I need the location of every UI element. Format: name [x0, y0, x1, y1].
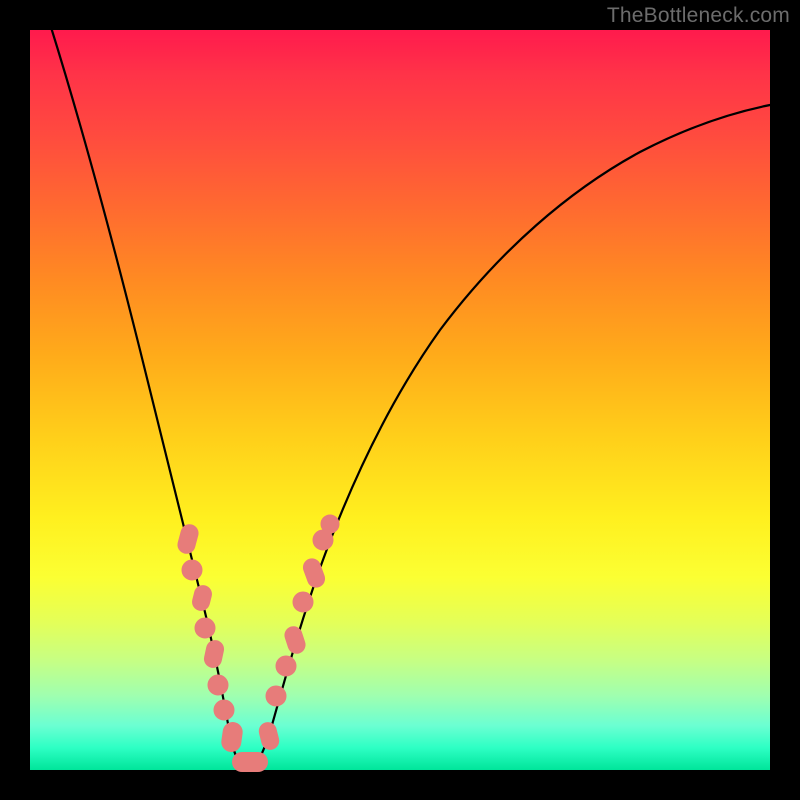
watermark-text: TheBottleneck.com [607, 4, 790, 28]
chart-svg [30, 30, 770, 770]
bottleneck-curve [50, 24, 770, 768]
curve-markers [175, 515, 339, 772]
plot-area [30, 30, 770, 770]
chart-frame: TheBottleneck.com [0, 0, 800, 800]
